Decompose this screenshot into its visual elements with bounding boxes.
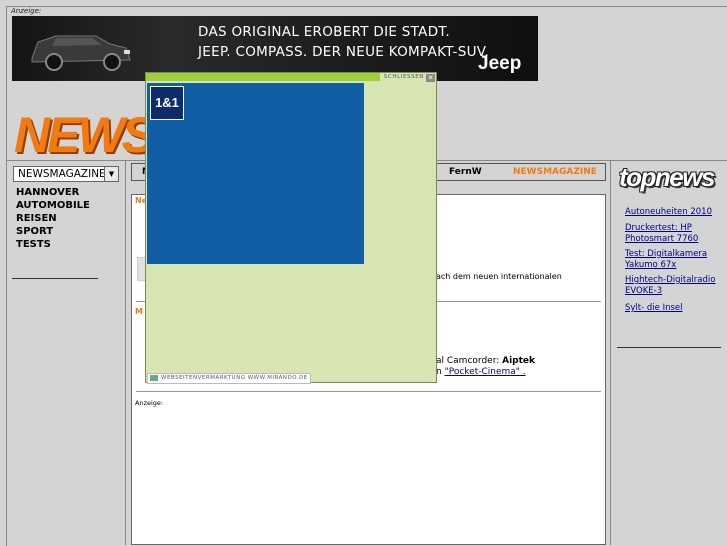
popup-footer-text: WEBSEITENVERMARKTUNG WWW.MIRANDO.DE [161,375,308,381]
magazine-select[interactable]: NEWSMAGAZINE ▼ [13,166,119,182]
jeep-car-image [31,35,131,71]
nav-item-reisen[interactable]: REISEN [16,213,57,224]
close-icon[interactable]: ✕ [426,74,435,82]
right-column-divider [610,161,611,545]
article-snippet-2-bold: Aiptek [502,356,536,366]
article-snippet-1: ach dem neuen internationalen [436,272,562,281]
pocket-cinema-link[interactable]: "Pocket-Cinema" . [445,367,526,377]
tab-fernw[interactable]: FernW [449,167,482,177]
jeep-logo: Jeep [478,53,522,74]
topnews-link-digitalkamera[interactable]: Test: Digitalkamera Yakumo 67x [625,249,720,271]
article-snippet-3: n [436,367,445,377]
ad-headline: DAS ORIGINAL EROBERT DIE STADT. [198,24,450,40]
topnews-link-autoneuheiten[interactable]: Autoneuheiten 2010 [625,207,720,218]
popup-ad-layer: SCHLIESSEN ✕ 1&1 WEBSEITENVERMARKTUNG WW… [145,72,437,384]
nav-item-tests[interactable]: TESTS [16,239,51,250]
ad-subline: JEEP. COMPASS. DER NEUE KOMPAKT-SUV. [198,44,490,60]
popup-top-bar [146,73,380,81]
one-and-one-logo: 1&1 [150,86,184,120]
popup-ad-creative[interactable]: 1&1 [147,83,364,264]
tab-newsmagazine[interactable]: NEWSMAGAZINE [513,167,597,177]
popup-close-button[interactable]: SCHLIESSEN [384,74,424,80]
nav-item-hannover[interactable]: HANNOVER [16,187,79,198]
nav-item-automobile[interactable]: AUTOMOBILE [16,200,90,211]
chevron-down-icon[interactable]: ▼ [104,167,118,181]
right-divider [617,347,721,348]
topnews-link-druckertest[interactable]: Druckertest: HP Photosmart 7760 [625,223,720,245]
article-snippet-2: al Camcorder: [436,356,503,366]
top-ad-label: Anzeige: [11,7,42,15]
newsmagazine-logo[interactable]: NEWSMA [14,110,149,160]
topnews-link-sylt[interactable]: Sylt- die Insel [625,303,720,314]
topnews-link-digitalradio[interactable]: Hightech-Digitalradio EVOKE-3 [625,275,720,297]
left-column-divider [125,161,126,545]
mirando-icon [150,374,158,381]
article-heading-peek-2[interactable]: M [135,307,143,316]
popup-footer-link[interactable]: WEBSEITENVERMARKTUNG WWW.MIRANDO.DE [147,373,311,384]
nav-item-sport[interactable]: SPORT [16,226,53,237]
left-divider [12,278,98,279]
content-ad-label: Anzeige: [135,399,164,407]
topnews-title: topnews [619,162,715,192]
magazine-select-value: NEWSMAGAZINE [18,168,106,180]
article-divider-2 [136,391,601,392]
